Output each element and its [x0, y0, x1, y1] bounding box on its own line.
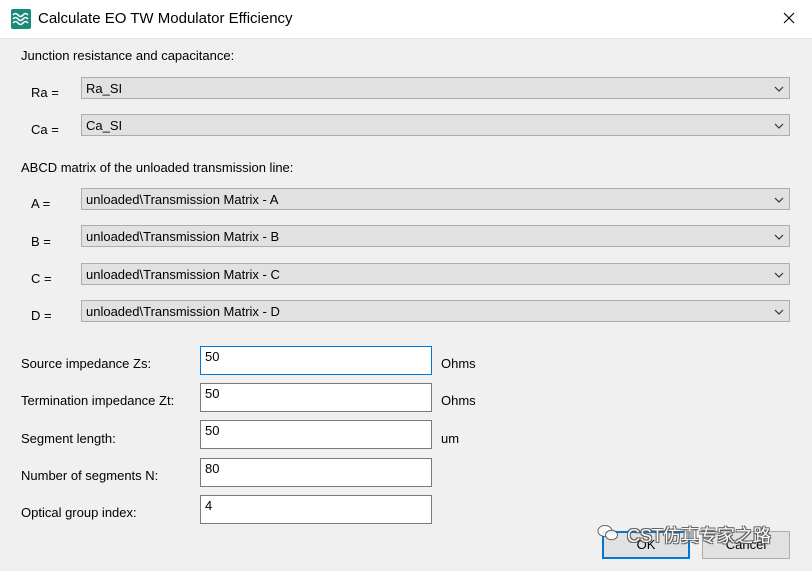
termination-impedance-input[interactable]: 50 [200, 383, 432, 412]
c-label: C = [31, 271, 52, 286]
source-impedance-unit: Ohms [441, 356, 476, 371]
chevron-down-icon [773, 306, 785, 318]
ca-label: Ca = [31, 122, 59, 137]
termination-impedance-unit: Ohms [441, 393, 476, 408]
title-bar: Calculate EO TW Modulator Efficiency [0, 0, 812, 39]
segment-length-unit: um [441, 431, 460, 446]
source-impedance-label: Source impedance Zs: [21, 356, 152, 371]
abcd-heading: ABCD matrix of the unloaded transmission… [21, 160, 294, 175]
window-title: Calculate EO TW Modulator Efficiency [38, 10, 293, 27]
ca-select[interactable]: Ca_SI [81, 114, 790, 136]
chevron-down-icon [773, 194, 785, 206]
a-label: A = [31, 196, 51, 211]
num-segments-label: Number of segments N: [21, 468, 159, 483]
ra-label: Ra = [31, 85, 59, 100]
ca-select-value: Ca_SI [86, 118, 123, 133]
chevron-down-icon [773, 269, 785, 281]
ra-select[interactable]: Ra_SI [81, 77, 790, 99]
segment-length-label: Segment length: [21, 431, 116, 446]
close-button[interactable] [766, 0, 812, 38]
wechat-icon [597, 524, 619, 547]
junction-heading: Junction resistance and capacitance: [21, 48, 235, 63]
app-waves-icon [11, 9, 31, 29]
b-label: B = [31, 234, 51, 249]
termination-impedance-label: Termination impedance Zt: [21, 393, 175, 408]
chevron-down-icon [773, 83, 785, 95]
a-select[interactable]: unloaded\Transmission Matrix - A [81, 188, 790, 210]
group-index-label: Optical group index: [21, 505, 137, 520]
close-icon [783, 12, 795, 27]
source-impedance-value: 50 [205, 349, 220, 364]
d-select[interactable]: unloaded\Transmission Matrix - D [81, 300, 790, 322]
segment-length-value: 50 [205, 423, 220, 438]
chevron-down-icon [773, 231, 785, 243]
c-select[interactable]: unloaded\Transmission Matrix - C [81, 263, 790, 285]
b-select-value: unloaded\Transmission Matrix - B [86, 229, 280, 244]
b-select[interactable]: unloaded\Transmission Matrix - B [81, 225, 790, 247]
segment-length-input[interactable]: 50 [200, 420, 432, 449]
c-select-value: unloaded\Transmission Matrix - C [86, 267, 280, 282]
watermark: CST仿真专家之路 [597, 522, 771, 548]
watermark-text: CST仿真专家之路 [627, 526, 771, 546]
num-segments-input[interactable]: 80 [200, 458, 432, 487]
ra-select-value: Ra_SI [86, 81, 123, 96]
d-label: D = [31, 308, 52, 323]
chevron-down-icon [773, 120, 785, 132]
termination-impedance-value: 50 [205, 386, 220, 401]
a-select-value: unloaded\Transmission Matrix - A [86, 192, 279, 207]
group-index-input[interactable]: 4 [200, 495, 432, 524]
num-segments-value: 80 [205, 461, 220, 476]
group-index-value: 4 [205, 498, 213, 513]
d-select-value: unloaded\Transmission Matrix - D [86, 304, 280, 319]
source-impedance-input[interactable]: 50 [200, 346, 432, 375]
